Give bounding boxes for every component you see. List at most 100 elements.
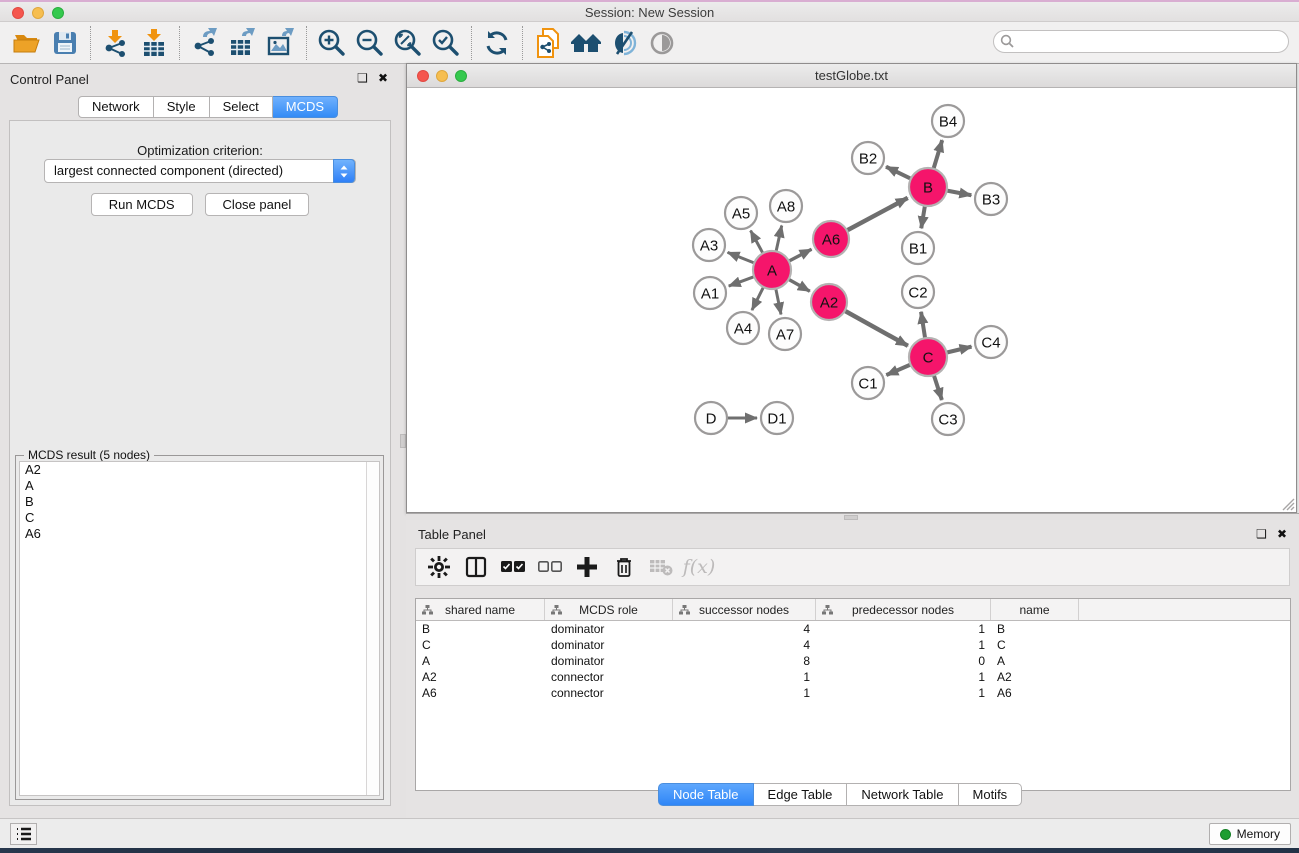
network-window-titlebar[interactable]: testGlobe.txt: [407, 64, 1296, 88]
node-label-A1: A1: [701, 285, 719, 302]
trash-icon: [614, 556, 634, 578]
table-panel-window-buttons: ❑ ✖: [1256, 527, 1287, 541]
mcds-buttons: Run MCDS Close panel: [10, 193, 390, 216]
table-row[interactable]: A6connector11A6: [416, 685, 1290, 701]
result-item[interactable]: A: [20, 478, 379, 494]
table-row[interactable]: A2connector11A2: [416, 669, 1290, 685]
column-header-name[interactable]: name: [991, 599, 1079, 620]
run-mcds-button[interactable]: Run MCDS: [91, 193, 193, 216]
zoom-out-button[interactable]: [351, 25, 389, 61]
result-item[interactable]: C: [20, 510, 379, 526]
zoom-fit-button[interactable]: [389, 25, 427, 61]
plus-icon: [577, 557, 597, 577]
network-graph-canvas[interactable]: AA1A2A3A4A5A6A7A8BB1B2B3B4CC1C2C3C4DD1: [407, 88, 1296, 512]
column-header-successor-nodes[interactable]: successor nodes: [673, 599, 816, 620]
close-panel-button[interactable]: Close panel: [205, 193, 310, 216]
zoom-selected-button[interactable]: [427, 25, 465, 61]
table-cell: A: [416, 653, 545, 669]
app-titlebar: Session: New Session: [0, 2, 1299, 22]
export-network-button[interactable]: [186, 25, 224, 61]
column-header-MCDS-role[interactable]: MCDS role: [545, 599, 673, 620]
node-label-C1: C1: [858, 375, 877, 392]
hide-details-button[interactable]: [605, 25, 643, 61]
memory-button[interactable]: Memory: [1209, 823, 1291, 845]
toggle-birds-eye-button[interactable]: [643, 25, 681, 61]
node-label-A2: A2: [820, 294, 838, 311]
float-panel-icon[interactable]: ❑: [1256, 527, 1267, 541]
control-panel-window-buttons: ❑ ✖: [357, 71, 388, 85]
delete-table-button[interactable]: [646, 552, 676, 582]
node-label-D: D: [706, 410, 717, 427]
refresh-view-button[interactable]: [478, 25, 516, 61]
table-row[interactable]: Bdominator41B: [416, 621, 1290, 637]
close-panel-icon[interactable]: ✖: [378, 71, 388, 85]
criterion-value: largest connected component (directed): [54, 163, 283, 178]
zoom-fit-icon: [393, 28, 423, 58]
export-table-button[interactable]: [224, 25, 262, 61]
gear-icon: [428, 556, 450, 578]
result-item[interactable]: A2: [20, 462, 379, 478]
double-home-icon: [569, 30, 603, 56]
tab-motifs[interactable]: Motifs: [959, 783, 1023, 806]
table-cell: C: [416, 637, 545, 653]
columns-icon: [465, 556, 487, 578]
tab-network[interactable]: Network: [78, 96, 154, 118]
session-title: Session: New Session: [0, 5, 1299, 20]
tab-network-table[interactable]: Network Table: [847, 783, 958, 806]
result-list-scrollbar[interactable]: [366, 462, 379, 795]
open-session-button[interactable]: [8, 25, 46, 61]
table-cell: dominator: [545, 621, 673, 637]
import-network-button[interactable]: [97, 25, 135, 61]
column-header-predecessor-nodes[interactable]: predecessor nodes: [816, 599, 991, 620]
import-table-button[interactable]: [135, 25, 173, 61]
control-panel-title: Control Panel: [10, 72, 89, 87]
close-panel-icon[interactable]: ✖: [1277, 527, 1287, 541]
clone-network-button[interactable]: [529, 25, 567, 61]
tab-mcds[interactable]: MCDS: [273, 96, 338, 118]
task-history-button[interactable]: [10, 823, 37, 845]
float-panel-icon[interactable]: ❑: [357, 71, 368, 85]
table-settings-button[interactable]: [424, 552, 454, 582]
select-all-columns-button[interactable]: [498, 552, 528, 582]
export-image-icon: [266, 28, 296, 58]
create-column-button[interactable]: [572, 552, 602, 582]
tab-style[interactable]: Style: [154, 96, 210, 118]
tab-edge-table[interactable]: Edge Table: [754, 783, 848, 806]
save-session-button[interactable]: [46, 25, 84, 61]
export-table-icon: [228, 28, 258, 58]
column-header-shared-name[interactable]: shared name: [416, 599, 545, 620]
checked-boxes-icon: [501, 560, 525, 574]
mcds-result-group: MCDS result (5 nodes) A2ABCA6: [15, 455, 384, 800]
table-row[interactable]: Cdominator41C: [416, 637, 1290, 653]
column-label: successor nodes: [699, 603, 789, 617]
list-icon: [16, 827, 32, 841]
table-row[interactable]: Adominator80A: [416, 653, 1290, 669]
horizontal-split-divider[interactable]: [406, 513, 1299, 520]
toolbar-separator: [90, 26, 91, 60]
tab-node-table[interactable]: Node Table: [658, 783, 754, 806]
table-cell: A6: [416, 685, 545, 701]
delete-column-button[interactable]: [609, 552, 639, 582]
search-input[interactable]: [993, 30, 1289, 53]
table-cell: C: [991, 637, 1079, 653]
result-item[interactable]: A6: [20, 526, 379, 542]
table-cell: 1: [673, 669, 816, 685]
zoom-in-button[interactable]: [313, 25, 351, 61]
node-label-A7: A7: [776, 326, 794, 343]
result-item[interactable]: B: [20, 494, 379, 510]
reset-layout-button[interactable]: [567, 25, 605, 61]
column-label: predecessor nodes: [852, 603, 954, 617]
memory-status-icon: [1220, 829, 1231, 840]
function-builder-button[interactable]: f(x): [683, 552, 713, 582]
tab-select[interactable]: Select: [210, 96, 273, 118]
deselect-all-columns-button[interactable]: [535, 552, 565, 582]
table-cell: 4: [673, 637, 816, 653]
toolbar-separator: [471, 26, 472, 60]
fx-icon: f(x): [681, 556, 716, 578]
table-header-row: shared nameMCDS role successor nodes prede…: [416, 599, 1290, 621]
table-cell: 1: [816, 685, 991, 701]
export-image-button[interactable]: [262, 25, 300, 61]
show-columns-button[interactable]: [461, 552, 491, 582]
criterion-dropdown[interactable]: largest connected component (directed): [44, 159, 356, 183]
window-resize-grip[interactable]: [1282, 498, 1295, 511]
